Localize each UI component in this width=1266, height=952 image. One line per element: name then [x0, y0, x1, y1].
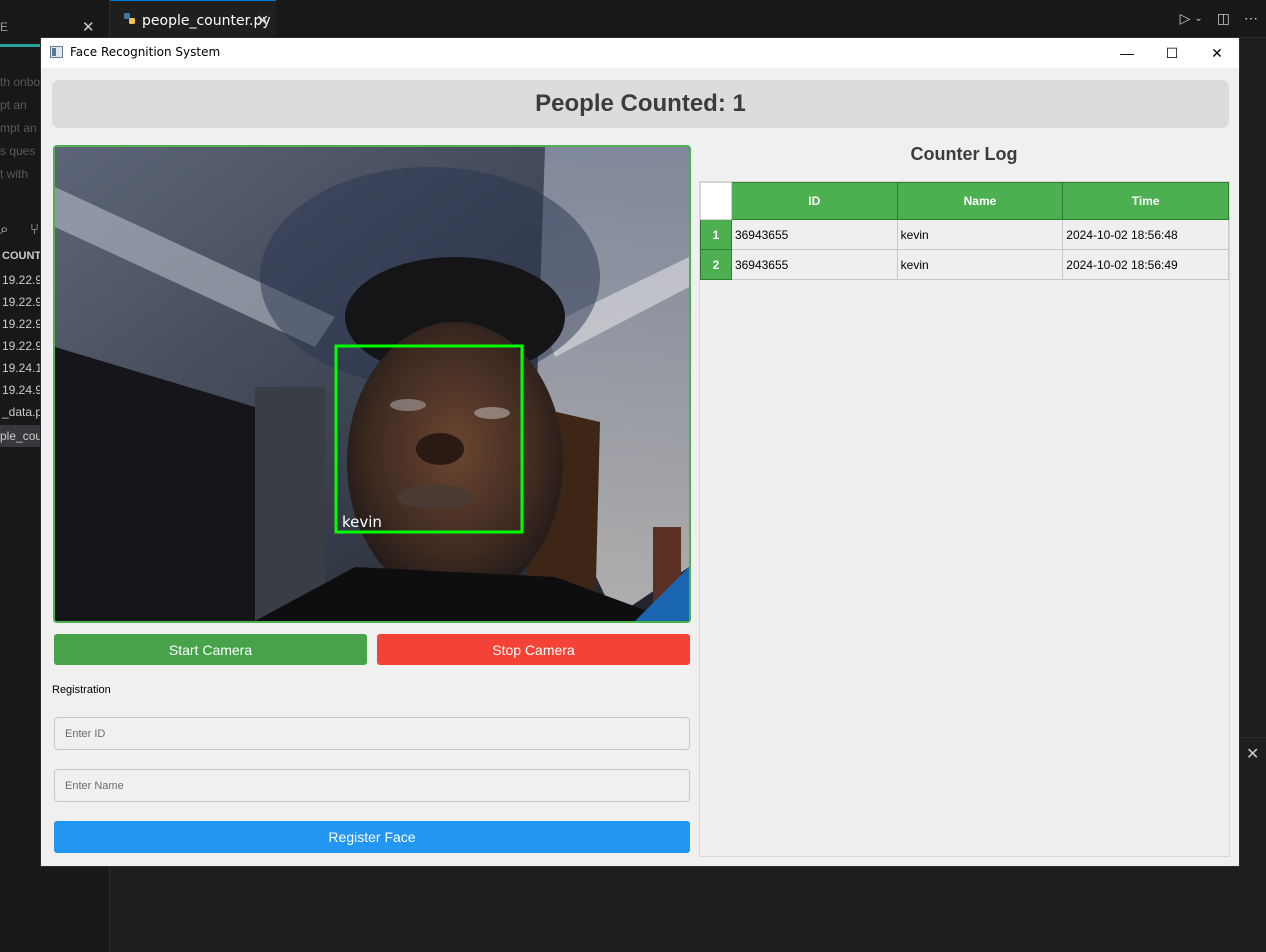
editor-tab-active[interactable]: people_counter.py ✕ [110, 0, 276, 38]
close-icon[interactable]: ✕ [1246, 744, 1259, 764]
counter-header: People Counted: 1 [52, 80, 1229, 128]
column-header-name[interactable]: Name [896, 182, 1064, 220]
editor-tab-title: people_counter.py [142, 13, 271, 29]
table-corner[interactable] [700, 182, 732, 220]
row-number[interactable]: 2 [700, 249, 732, 280]
editor-tab-partial[interactable]: E ✕ [0, 0, 110, 37]
search-icon[interactable]: ⌕ [0, 221, 8, 238]
registration-label: Registration [52, 684, 111, 696]
face-label: kevin [342, 513, 382, 531]
ghost-text: t with [0, 167, 29, 181]
ghost-text: mpt an [0, 121, 37, 135]
explorer-item[interactable]: 19.22.9 [2, 339, 42, 353]
start-camera-button[interactable]: Start Camera [54, 634, 367, 665]
minimize-button[interactable]: — [1104, 38, 1150, 68]
explorer-heading: COUNT [2, 250, 42, 262]
camera-feed: kevin [53, 145, 691, 623]
counter-log-panel: ID Name Time 1 36943655 kevin 2024-10-02… [699, 181, 1230, 857]
chevron-down-icon[interactable]: ⌄ [1194, 10, 1202, 27]
source-control-icon[interactable]: ⑂ [30, 221, 39, 238]
more-actions-icon[interactable]: ⋯ [1244, 10, 1258, 27]
run-icon[interactable]: ▷ [1180, 10, 1191, 27]
split-editor-icon[interactable]: ◫ [1217, 10, 1230, 27]
stop-camera-button[interactable]: Stop Camera [377, 634, 690, 665]
counter-log-table: ID Name Time 1 36943655 kevin 2024-10-02… [700, 182, 1229, 280]
explorer-item[interactable]: 19.24.1 [2, 361, 42, 375]
ghost-text: th onbo [0, 75, 41, 89]
camera-image: kevin [55, 147, 689, 621]
table-header-row: ID Name Time [700, 182, 1229, 220]
explorer-item[interactable]: 19.24.9 [2, 383, 42, 397]
title-bar: Face Recognition System — ☐ ✕ [41, 38, 1239, 68]
python-file-icon [124, 13, 135, 24]
id-input[interactable] [54, 717, 690, 750]
register-face-button[interactable]: Register Face [54, 821, 690, 853]
editor-tab-partial-label: E [0, 20, 9, 34]
column-header-time[interactable]: Time [1062, 182, 1229, 220]
cell-time[interactable]: 2024-10-02 18:56:48 [1062, 219, 1229, 250]
editor-actions: ▷ ⌄ ◫ ⋯ [1180, 10, 1258, 27]
cell-id[interactable]: 36943655 [730, 219, 898, 250]
counter-log-title: Counter Log [910, 144, 1018, 164]
cell-id[interactable]: 36943655 [730, 249, 898, 280]
table-row[interactable]: 2 36943655 kevin 2024-10-02 18:56:49 [700, 249, 1229, 280]
explorer-item-selected[interactable]: ple_cou [0, 425, 40, 447]
close-icon[interactable]: ✕ [82, 18, 95, 36]
app-icon [50, 46, 63, 58]
cell-name[interactable]: kevin [896, 249, 1064, 280]
panel-divider [1240, 737, 1266, 738]
editor-tab-bar: E ✕ people_counter.py ✕ ▷ ⌄ ◫ ⋯ [0, 0, 1266, 38]
row-number[interactable]: 1 [700, 219, 732, 250]
column-header-id[interactable]: ID [730, 182, 898, 220]
ghost-text: pt an [0, 98, 27, 112]
explorer-item[interactable]: 19.22.9 [2, 317, 42, 331]
cell-time[interactable]: 2024-10-02 18:56:49 [1062, 249, 1229, 280]
table-row[interactable]: 1 36943655 kevin 2024-10-02 18:56:48 [700, 219, 1229, 250]
close-button[interactable]: ✕ [1194, 38, 1240, 68]
maximize-button[interactable]: ☐ [1149, 38, 1195, 68]
cell-name[interactable]: kevin [896, 219, 1064, 250]
explorer-item[interactable]: 19.22.9 [2, 295, 42, 309]
explorer-item[interactable]: 19.22.9 [2, 273, 42, 287]
name-input[interactable] [54, 769, 690, 802]
explorer-item[interactable]: _data.p [2, 405, 42, 419]
ghost-text: s ques [0, 144, 36, 158]
window-title: Face Recognition System [70, 45, 221, 59]
close-icon[interactable]: ✕ [256, 11, 269, 31]
app-window: Face Recognition System — ☐ ✕ People Cou… [40, 37, 1240, 867]
people-counted-label: People Counted: 1 [535, 90, 746, 117]
